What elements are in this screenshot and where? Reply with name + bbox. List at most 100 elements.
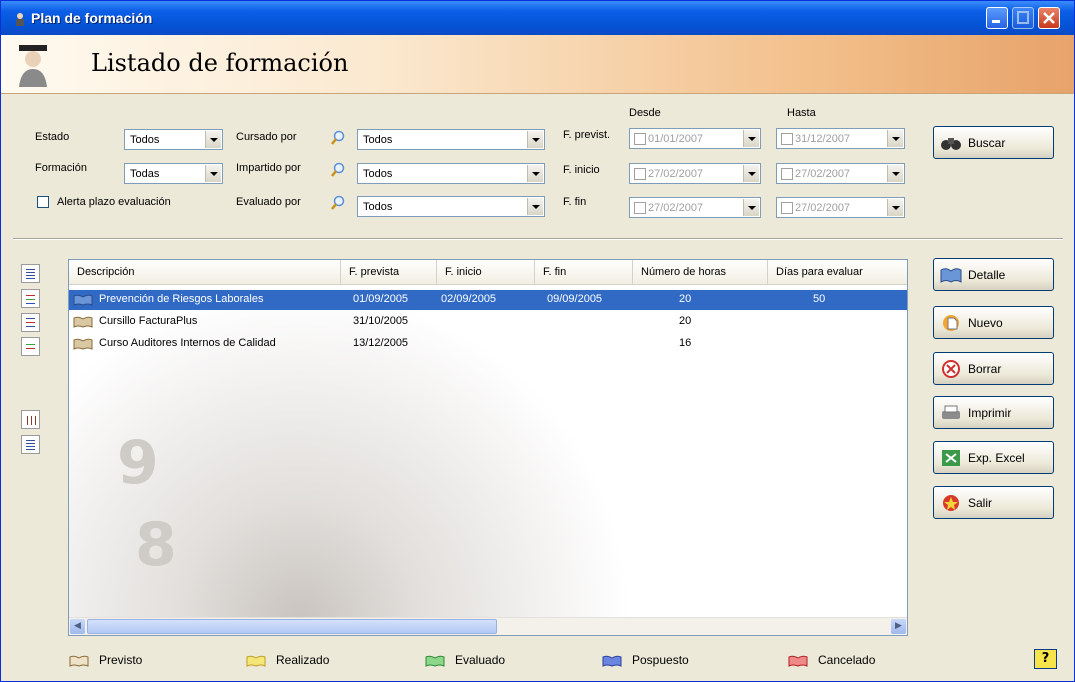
alerta-checkbox[interactable] bbox=[37, 196, 49, 208]
chevron-down-icon[interactable] bbox=[887, 165, 903, 182]
borrar-button[interactable]: Borrar bbox=[933, 352, 1054, 385]
trainer-icon bbox=[19, 45, 47, 87]
search-icon[interactable] bbox=[330, 162, 346, 178]
app-icon bbox=[16, 13, 24, 26]
view-details-button[interactable] bbox=[21, 313, 40, 332]
legend-pospuesto: Pospuesto bbox=[602, 653, 689, 667]
nuevo-button[interactable]: Nuevo bbox=[933, 306, 1054, 339]
book-icon bbox=[73, 294, 93, 306]
close-icon bbox=[1043, 12, 1055, 24]
fprevist-desde-date[interactable]: 01/01/2007 bbox=[629, 128, 761, 149]
maximize-icon bbox=[1017, 11, 1029, 24]
title-bar[interactable]: Plan de formación bbox=[1, 1, 1074, 35]
chevron-down-icon[interactable] bbox=[527, 198, 543, 215]
chevron-down-icon[interactable] bbox=[205, 131, 221, 148]
column-header[interactable]: F. prevista bbox=[341, 260, 437, 284]
search-icon[interactable] bbox=[330, 195, 346, 211]
chevron-down-icon[interactable] bbox=[205, 165, 221, 182]
chevron-down-icon[interactable] bbox=[527, 165, 543, 182]
ffin-hasta-date[interactable]: 27/02/2007 bbox=[776, 197, 905, 218]
chevron-down-icon[interactable] bbox=[887, 130, 903, 147]
evaluado-select[interactable]: Todos bbox=[357, 196, 545, 217]
book-icon bbox=[425, 655, 445, 667]
search-icon[interactable] bbox=[330, 130, 346, 146]
desde-label: Desde bbox=[629, 107, 661, 119]
date-checkbox[interactable] bbox=[634, 168, 646, 180]
estado-select[interactable]: Todos bbox=[124, 129, 223, 150]
filter-button[interactable] bbox=[21, 337, 40, 356]
table-header: Descripción F. prevista F. inicio F. fin… bbox=[69, 260, 907, 285]
scroll-right-icon[interactable]: ▶ bbox=[891, 619, 906, 634]
buscar-button[interactable]: Buscar bbox=[933, 126, 1054, 159]
book-icon bbox=[246, 655, 266, 667]
impartido-select[interactable]: Todos bbox=[357, 163, 545, 184]
formacion-label: Formación bbox=[35, 162, 87, 174]
table-row[interactable]: Cursillo FacturaPlus 31/10/2005 20 bbox=[69, 312, 907, 332]
impartido-label: Impartido por bbox=[236, 162, 301, 174]
book-icon bbox=[69, 655, 89, 667]
ffin-label: F. fin bbox=[563, 196, 587, 208]
finicio-desde-date[interactable]: 27/02/2007 bbox=[629, 163, 761, 184]
horizontal-scrollbar[interactable]: ◀ ▶ bbox=[69, 617, 907, 635]
minimize-button[interactable] bbox=[986, 7, 1008, 29]
exit-icon bbox=[943, 495, 959, 511]
imprimir-button[interactable]: Imprimir bbox=[933, 396, 1054, 429]
column-header[interactable]: F. inicio bbox=[437, 260, 535, 284]
scrollbar-thumb[interactable] bbox=[87, 619, 497, 634]
evaluado-label: Evaluado por bbox=[236, 196, 301, 208]
salir-button[interactable]: Salir bbox=[933, 486, 1054, 519]
table-row[interactable]: Prevención de Riesgos Laborales 01/09/20… bbox=[69, 290, 907, 310]
book-icon bbox=[788, 655, 808, 667]
binoculars-icon bbox=[941, 138, 961, 150]
delete-icon bbox=[942, 360, 960, 378]
window: Plan de formación Listado de formación E… bbox=[0, 0, 1075, 682]
column-header[interactable]: F. fin bbox=[535, 260, 633, 284]
legend-realizado: Realizado bbox=[246, 653, 329, 667]
formacion-select[interactable]: Todas bbox=[124, 163, 223, 184]
exp-excel-button[interactable]: Exp. Excel bbox=[933, 441, 1054, 474]
view-grid-button[interactable] bbox=[21, 289, 40, 308]
column-header[interactable]: Días para evaluar bbox=[768, 260, 907, 284]
chevron-down-icon[interactable] bbox=[743, 165, 759, 182]
chevron-down-icon[interactable] bbox=[527, 131, 543, 148]
book-icon bbox=[73, 338, 93, 350]
fprevist-hasta-date[interactable]: 31/12/2007 bbox=[776, 128, 905, 149]
book-icon bbox=[73, 316, 93, 328]
table-row[interactable]: Curso Auditores Internos de Calidad 13/1… bbox=[69, 334, 907, 354]
legend-previsto: Previsto bbox=[69, 653, 142, 667]
legend-evaluado: Evaluado bbox=[425, 653, 505, 667]
maximize-button[interactable] bbox=[1012, 7, 1034, 29]
date-checkbox[interactable] bbox=[781, 168, 793, 180]
scroll-left-icon[interactable]: ◀ bbox=[70, 619, 85, 634]
date-checkbox[interactable] bbox=[781, 133, 793, 145]
finicio-hasta-date[interactable]: 27/02/2007 bbox=[776, 163, 905, 184]
chevron-down-icon[interactable] bbox=[743, 130, 759, 147]
formacion-table[interactable]: 9 8 Descripción F. prevista F. inicio F.… bbox=[68, 259, 908, 636]
view-list-button[interactable] bbox=[21, 264, 40, 283]
close-button[interactable] bbox=[1038, 7, 1060, 29]
chevron-down-icon[interactable] bbox=[743, 199, 759, 216]
finicio-label: F. inicio bbox=[563, 164, 600, 176]
ffin-desde-date[interactable]: 27/02/2007 bbox=[629, 197, 761, 218]
new-icon bbox=[943, 315, 959, 331]
columns-button[interactable] bbox=[21, 410, 40, 429]
hasta-label: Hasta bbox=[787, 107, 816, 119]
legend-cancelado: Cancelado bbox=[788, 653, 875, 667]
printer-icon bbox=[942, 405, 960, 419]
text-view-button[interactable] bbox=[21, 435, 40, 454]
column-header[interactable]: Descripción bbox=[69, 260, 341, 284]
help-button[interactable]: ? bbox=[1034, 649, 1057, 669]
book-icon bbox=[940, 268, 962, 283]
date-checkbox[interactable] bbox=[634, 133, 646, 145]
date-checkbox[interactable] bbox=[634, 202, 646, 214]
cursado-label: Cursado por bbox=[236, 131, 297, 143]
date-checkbox[interactable] bbox=[781, 202, 793, 214]
chevron-down-icon[interactable] bbox=[887, 199, 903, 216]
excel-icon bbox=[942, 450, 960, 466]
detalle-button[interactable]: Detalle bbox=[933, 258, 1054, 291]
cursado-select[interactable]: Todos bbox=[357, 129, 545, 150]
column-header[interactable]: Número de horas bbox=[633, 260, 768, 284]
window-title: Plan de formación bbox=[31, 10, 153, 26]
page-title: Listado de formación bbox=[91, 49, 349, 77]
separator bbox=[13, 238, 1063, 240]
